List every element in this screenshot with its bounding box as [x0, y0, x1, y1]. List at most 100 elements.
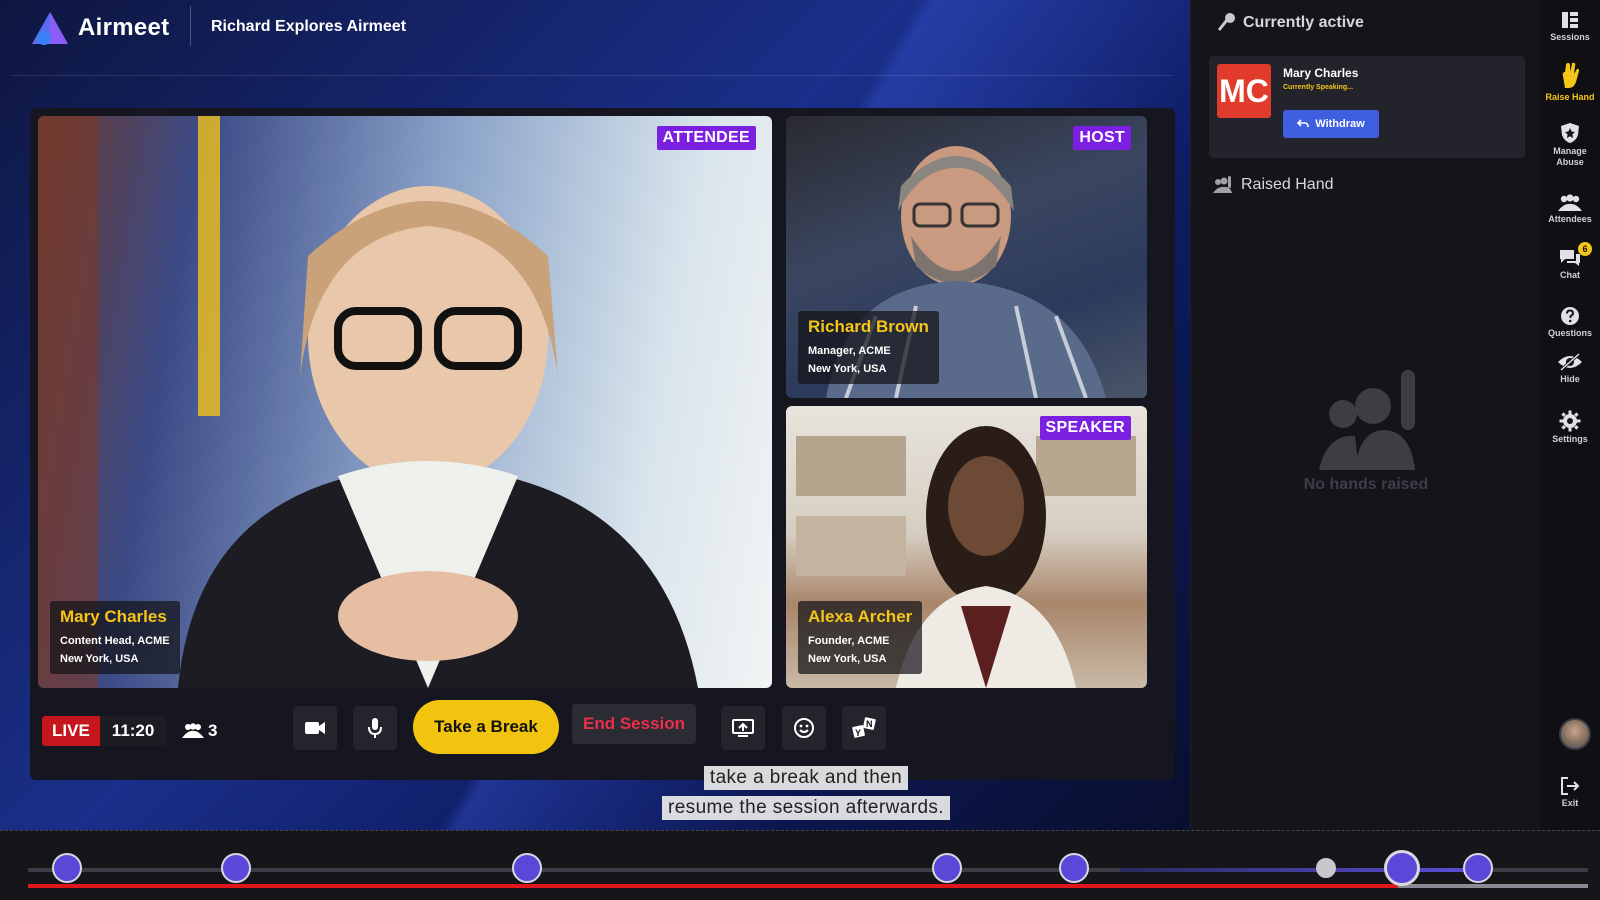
rail-item-manage-abuse[interactable]: Manage Abuse: [1540, 122, 1600, 168]
exit-icon: [1561, 777, 1580, 795]
video-grid: ATTENDEE Mary Charles Content Head, ACME…: [30, 108, 1175, 780]
timeline-marker[interactable]: [932, 853, 962, 883]
stage: Airmeet Richard Explores Airmeet ATTENDE…: [0, 0, 1190, 830]
timeline-divider: [0, 830, 1600, 831]
topbar-divider: [190, 6, 191, 46]
end-session-button[interactable]: End Session: [572, 704, 696, 744]
rail-label: Hide: [1560, 374, 1580, 384]
microphone-icon: [368, 718, 382, 738]
currently-active-header: Currently active: [1213, 12, 1364, 34]
nameplate: Alexa Archer Founder, ACME New York, USA: [798, 601, 923, 674]
participant-location: New York, USA: [60, 653, 139, 665]
rail-item-sessions[interactable]: Sessions: [1540, 10, 1600, 43]
rail-item-questions[interactable]: Questions: [1540, 306, 1600, 339]
nameplate: Richard Brown Manager, ACME New York, US…: [798, 311, 939, 384]
camera-icon: [305, 722, 325, 734]
live-badge: LIVE: [42, 716, 100, 746]
rail-label: Raise Hand: [1545, 92, 1595, 102]
camera-button[interactable]: [293, 706, 337, 750]
withdraw-label: Withdraw: [1315, 118, 1365, 130]
video-timeline[interactable]: [0, 830, 1600, 900]
raised-hand-header: Raised Hand: [1213, 176, 1334, 194]
live-indicator: LIVE 11:20: [42, 716, 166, 746]
no-hands-illustration-icon: [1319, 370, 1415, 470]
timeline-marker[interactable]: [512, 853, 542, 883]
share-screen-icon: [732, 719, 754, 737]
timeline-marker[interactable]: [1059, 853, 1089, 883]
user-avatar[interactable]: [1559, 718, 1591, 750]
raise-hand-icon: [1562, 62, 1579, 88]
timeline-marker[interactable]: [221, 853, 251, 883]
rail-label: Sessions: [1550, 32, 1590, 42]
event-title: Richard Explores Airmeet: [211, 18, 407, 35]
active-speaker-status: Currently Speaking...: [1283, 84, 1354, 91]
microphone-button[interactable]: [353, 706, 397, 750]
attendee-count[interactable]: 3: [182, 721, 217, 741]
role-badge: SPEAKER: [1039, 416, 1131, 440]
participant-name: Alexa Archer: [808, 607, 913, 626]
elapsed-time: 11:20: [111, 721, 155, 740]
currently-active-title: Currently active: [1243, 14, 1364, 31]
playback-progress[interactable]: [28, 884, 1398, 888]
video-tile-attendee[interactable]: ATTENDEE Mary Charles Content Head, ACME…: [38, 116, 772, 688]
chat-badge: 6: [1578, 242, 1592, 256]
role-badge: HOST: [1073, 126, 1131, 150]
timeline-marker[interactable]: [1463, 853, 1493, 883]
attendees-icon: [1558, 194, 1582, 211]
participant-name: Richard Brown: [808, 317, 929, 336]
participant-title: Founder, ACME: [808, 635, 890, 647]
video-tile-host[interactable]: HOST Richard Brown Manager, ACME New Yor…: [786, 116, 1147, 398]
navigation-rail: Sessions Raise Hand Manage Abuse Attende…: [1540, 0, 1600, 830]
airmeet-logo-icon: [32, 12, 68, 45]
side-panel: Currently active MC Mary Charles Current…: [1190, 0, 1540, 830]
rail-label: Attendees: [1548, 214, 1592, 224]
share-screen-button[interactable]: [721, 706, 765, 750]
participant-title: Manager, ACME: [808, 345, 891, 357]
undo-arrow-icon: [1297, 119, 1310, 128]
video-tile-speaker[interactable]: SPEAKER Alexa Archer Founder, ACME New Y…: [786, 406, 1147, 688]
rail-item-attendees[interactable]: Attendees: [1540, 194, 1600, 225]
timeline-marker[interactable]: [1316, 858, 1336, 878]
rail-item-settings[interactable]: Settings: [1540, 410, 1600, 445]
rail-label: Manage Abuse: [1553, 146, 1587, 167]
yes-no-icon: Y N: [852, 717, 876, 738]
attendee-count-value: 3: [208, 721, 218, 740]
raised-hand-icon: [1213, 176, 1232, 193]
microphone-icon: [1217, 13, 1235, 31]
rail-item-raise-hand[interactable]: Raise Hand: [1540, 62, 1600, 103]
role-badge: ATTENDEE: [656, 126, 756, 150]
timeline-highlight: [1120, 868, 1480, 872]
participant-name: Mary Charles: [60, 607, 167, 626]
playback-remaining[interactable]: [1398, 884, 1588, 888]
sessions-icon: [1562, 12, 1578, 28]
take-a-break-button[interactable]: Take a Break: [413, 700, 559, 754]
timeline-marker[interactable]: [52, 853, 82, 883]
rail-label: Exit: [1561, 798, 1579, 808]
svg-text:N: N: [866, 719, 873, 729]
empty-state-message: No hands raised: [1303, 476, 1429, 493]
rail-item-chat[interactable]: 6 Chat: [1540, 242, 1600, 281]
participant-location: New York, USA: [808, 363, 887, 375]
smiley-icon: [794, 718, 814, 738]
poll-button[interactable]: Y N: [842, 706, 886, 750]
hide-icon: [1558, 352, 1582, 372]
brand-logo: Airmeet: [30, 10, 169, 46]
avatar: MC: [1217, 64, 1271, 118]
top-bar: Airmeet Richard Explores Airmeet: [12, 0, 1172, 76]
rail-item-exit[interactable]: Exit: [1540, 776, 1600, 809]
question-icon: [1561, 307, 1579, 325]
brand-name: Airmeet: [78, 14, 170, 41]
gear-icon: [1559, 410, 1581, 432]
rail-item-hide[interactable]: Hide: [1540, 352, 1600, 385]
rail-label: Chat: [1560, 270, 1580, 280]
people-icon: [182, 723, 204, 738]
rail-label: Questions: [1547, 328, 1592, 338]
svg-text:Y: Y: [855, 728, 861, 738]
shield-icon: [1561, 123, 1579, 143]
active-speaker-name: Mary Charles: [1283, 66, 1359, 80]
active-speaker-card: MC Mary Charles Currently Speaking... Wi…: [1209, 56, 1525, 158]
reactions-button[interactable]: [782, 706, 826, 750]
withdraw-button[interactable]: Withdraw: [1283, 110, 1379, 138]
raised-hand-title: Raised Hand: [1241, 176, 1334, 193]
timeline-marker-current[interactable]: [1384, 850, 1420, 886]
